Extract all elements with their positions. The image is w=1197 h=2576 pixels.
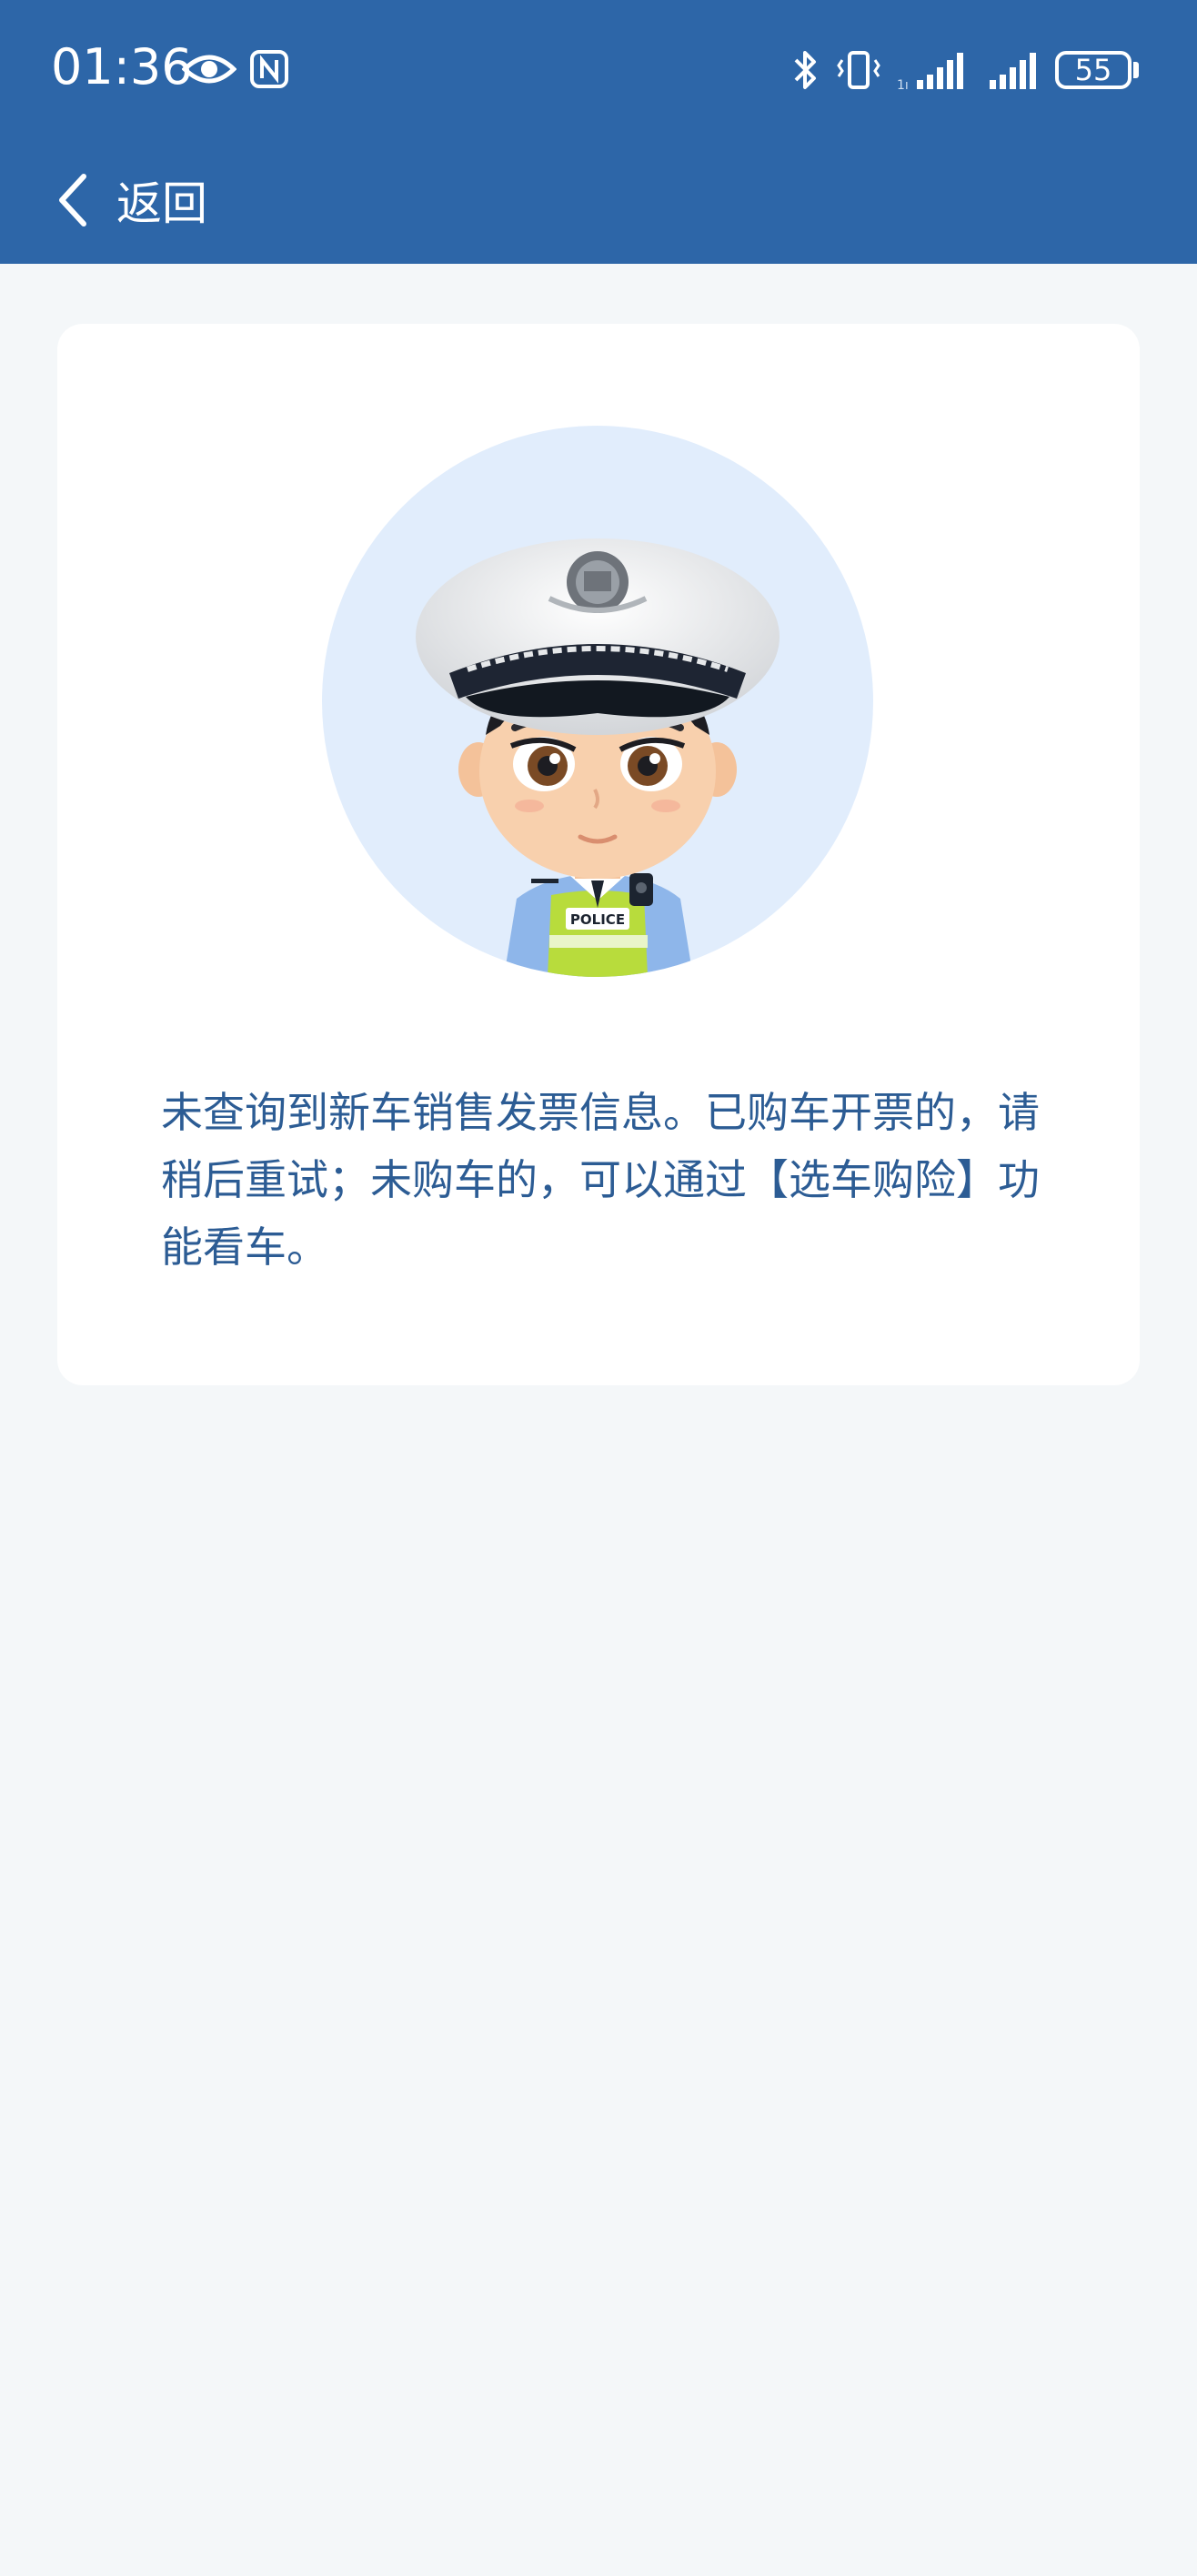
eye-icon: [182, 55, 236, 84]
signal-icon: 1ı: [897, 53, 963, 91]
nav-bar: 返回: [0, 136, 1197, 264]
result-card: POLICE 未查询到新车销售发票信息。已购车开票的，请稍后重试；未购车的，可以…: [57, 324, 1140, 1385]
police-avatar: POLICE: [322, 426, 873, 977]
signal-icon: [990, 53, 1036, 89]
status-bar: 01:36 1ı 55: [0, 0, 1197, 136]
vibrate-icon: [837, 51, 880, 89]
result-message: 未查询到新车销售发票信息。已购车开票的，请稍后重试；未购车的，可以通过【选车购险…: [161, 1088, 1040, 1272]
status-time: 01:36: [51, 38, 193, 96]
svg-text:1ı: 1ı: [897, 78, 909, 91]
battery-indicator: 55: [1055, 51, 1132, 89]
app-header: 01:36 1ı 55 返回: [0, 0, 1197, 264]
bluetooth-icon: [794, 51, 816, 89]
back-label: 返回: [116, 177, 207, 230]
chevron-left-icon: [59, 174, 86, 226]
back-button[interactable]: 返回: [55, 155, 207, 246]
nfc-icon: [250, 50, 288, 88]
police-badge-text: POLICE: [570, 911, 625, 928]
battery-cap: [1133, 62, 1139, 78]
